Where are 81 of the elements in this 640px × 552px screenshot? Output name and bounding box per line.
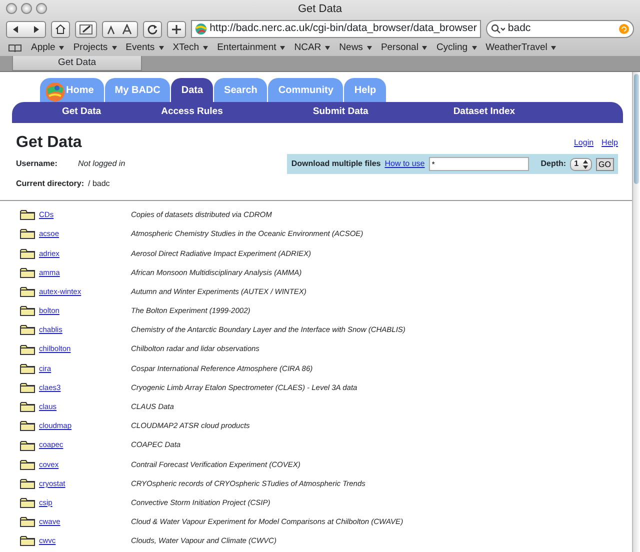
folder-icon bbox=[20, 478, 35, 489]
caret-icon bbox=[59, 46, 64, 50]
subnav-link[interactable]: Dataset Index bbox=[453, 105, 516, 120]
folder-icon bbox=[20, 535, 35, 546]
bookmark-menu[interactable]: NCAR bbox=[294, 40, 330, 56]
folder-icon bbox=[20, 362, 35, 374]
depth-select[interactable]: 1 bbox=[570, 158, 592, 171]
folder-icon bbox=[20, 248, 35, 259]
caret-icon bbox=[112, 46, 117, 50]
caret-icon bbox=[203, 46, 208, 50]
bookmark-menu[interactable]: News bbox=[339, 40, 372, 56]
bookmark-menu[interactable]: Cycling bbox=[436, 40, 477, 56]
globe-logo-icon bbox=[45, 82, 65, 102]
folder-icon bbox=[20, 458, 35, 470]
caret-icon bbox=[366, 46, 372, 50]
scrollbar[interactable] bbox=[632, 72, 640, 552]
folder-icon bbox=[20, 209, 35, 220]
folder-icon bbox=[20, 228, 35, 240]
caret-icon bbox=[551, 46, 556, 50]
folder-icon bbox=[20, 420, 35, 432]
search-icon bbox=[490, 24, 505, 34]
bookmark-menu[interactable]: Apple bbox=[31, 40, 64, 56]
caret-icon bbox=[158, 46, 164, 50]
pattern-field[interactable]: * bbox=[428, 157, 529, 172]
pencil-icon bbox=[78, 24, 93, 34]
folder-icon bbox=[20, 516, 35, 528]
folder-icon bbox=[20, 305, 35, 316]
minimize-button[interactable] bbox=[21, 3, 32, 14]
search-field[interactable]: badc bbox=[486, 20, 634, 38]
bookmark-menu[interactable]: XTech bbox=[172, 40, 208, 56]
subnav-link[interactable]: Submit Data bbox=[312, 105, 368, 120]
folder-icon bbox=[20, 344, 35, 355]
book-icon[interactable] bbox=[8, 44, 22, 52]
how-to-use-link[interactable]: How to use bbox=[384, 158, 425, 170]
bookmark-menu[interactable]: Personal bbox=[380, 40, 428, 56]
folder-icon bbox=[20, 497, 35, 508]
download-label: Download multiple files bbox=[291, 158, 381, 170]
username-label: Username: bbox=[16, 158, 58, 170]
directory-value: / badc bbox=[88, 178, 110, 190]
globe-icon bbox=[194, 23, 207, 35]
home-icon bbox=[54, 24, 66, 34]
caret-icon bbox=[422, 46, 428, 50]
zoom-button[interactable] bbox=[36, 3, 47, 14]
bookmark-menu[interactable]: WeatherTravel bbox=[486, 40, 556, 56]
caret-icon bbox=[325, 46, 330, 50]
add-bookmark-button[interactable] bbox=[166, 20, 186, 38]
caret-icon bbox=[280, 46, 286, 50]
bookmark-menu[interactable]: Events bbox=[126, 40, 164, 56]
folder-icon bbox=[20, 266, 35, 278]
folder-icon bbox=[20, 401, 35, 412]
bookmark-menu[interactable]: Projects bbox=[73, 40, 117, 56]
back-forward-icon bbox=[12, 24, 40, 34]
text-size-button[interactable] bbox=[102, 20, 138, 38]
close-button[interactable] bbox=[6, 3, 17, 14]
folder-icon bbox=[20, 382, 35, 393]
plus-icon bbox=[170, 24, 182, 34]
depth-label: Depth: bbox=[540, 158, 566, 170]
reload-icon bbox=[146, 24, 158, 34]
username-value: Not logged in bbox=[78, 158, 126, 170]
page-heading: Get Data bbox=[16, 133, 82, 152]
directory-label: Current directory: bbox=[16, 178, 84, 190]
edit-button[interactable] bbox=[74, 20, 97, 38]
folder-icon bbox=[20, 440, 35, 451]
address-field[interactable]: http://badc.nerc.ac.uk/cgi-bin/data_browser/data_browser bbox=[190, 20, 481, 38]
home-button[interactable] bbox=[50, 20, 70, 38]
header-link[interactable]: Help bbox=[602, 136, 618, 149]
site-tab[interactable]: Data bbox=[171, 78, 214, 102]
go-button[interactable]: GO bbox=[596, 158, 614, 171]
folder-icon bbox=[20, 324, 35, 336]
caret-icon bbox=[472, 46, 477, 50]
folder-icon bbox=[20, 286, 35, 298]
stepper-icon bbox=[582, 160, 588, 169]
text-size-icon bbox=[106, 24, 134, 34]
subnav-link[interactable]: Access Rules bbox=[161, 105, 223, 120]
subnav-link[interactable]: Get Data bbox=[62, 105, 102, 120]
back-forward-button[interactable] bbox=[6, 20, 46, 38]
reload-button[interactable] bbox=[142, 20, 162, 38]
browser-tab[interactable]: Get Data bbox=[12, 56, 142, 71]
bookmark-menu[interactable]: Entertainment bbox=[217, 40, 286, 56]
window-title: Get Data bbox=[298, 2, 342, 17]
header-link[interactable]: Login bbox=[574, 136, 594, 149]
